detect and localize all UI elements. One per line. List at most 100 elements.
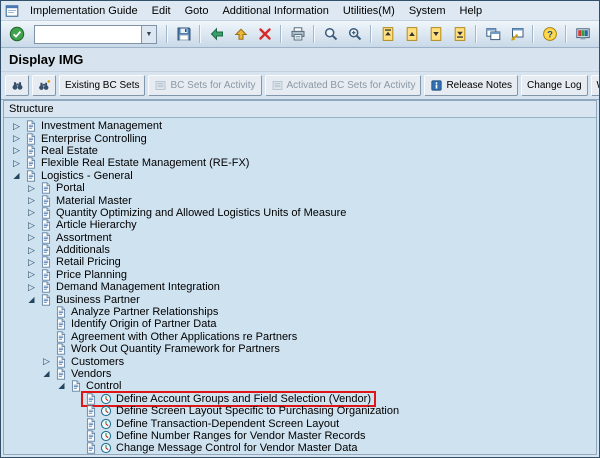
find-next-button[interactable] [343, 23, 366, 46]
tree-item-analyze-partner-relationships[interactable]: Analyze Partner Relationships [4, 306, 596, 318]
expand-node-icon[interactable]: ▷ [10, 121, 23, 131]
tree-item-label[interactable]: Additionals [53, 244, 110, 256]
tree-item-label[interactable]: Logistics - General [38, 170, 133, 182]
expand-node-icon[interactable]: ▷ [25, 233, 38, 242]
activity-icon[interactable] [98, 442, 113, 454]
tree-item-business-partner[interactable]: ◢ Business Partner [4, 293, 596, 306]
tree-item-quantity-optimizing-and-allowed-logistics-units-of-measure[interactable]: ▷ Quantity Optimizing and Allowed Logisti… [4, 207, 596, 219]
change-log-button[interactable]: Change Log [521, 75, 588, 96]
expand-node-icon[interactable]: ▷ [25, 245, 38, 255]
tree-item-label[interactable]: Enterprise Controlling [38, 133, 147, 145]
where-else-used-button[interactable]: Where Else Used [590, 75, 599, 96]
tree-item-flexible-real-estate-management-re-fx[interactable]: ▷ Flexible Real Estate Management (RE-FX) [4, 157, 596, 169]
tree-item-label[interactable]: Real Estate [38, 145, 98, 157]
tree-item-label[interactable]: Flexible Real Estate Management (RE-FX) [38, 157, 249, 169]
find-icon-button[interactable] [5, 75, 29, 96]
expand-node-icon[interactable]: ▷ [25, 257, 38, 267]
expand-node-icon[interactable]: ▷ [10, 134, 23, 143]
help-button[interactable]: ? [538, 23, 561, 46]
tree-item-customers[interactable]: ▷ Customers [4, 355, 596, 368]
tree-item-additionals[interactable]: ▷ Additionals [4, 244, 596, 256]
collapse-node-icon[interactable]: ◢ [25, 295, 38, 304]
tree-item-label[interactable]: Agreement with Other Applications re Par… [68, 331, 297, 343]
exit-button[interactable] [229, 23, 252, 46]
expand-node-icon[interactable]: ▷ [25, 220, 38, 230]
tree-item-label[interactable]: Business Partner [53, 294, 140, 306]
tree-item-work-out-quantity-framework-for-partners[interactable]: Work Out Quantity Framework for Partners [4, 343, 596, 355]
collapse-node-icon[interactable]: ◢ [10, 171, 23, 180]
enter-button[interactable] [5, 23, 28, 46]
activity-icon[interactable] [98, 430, 113, 442]
first-page-button[interactable] [376, 23, 399, 46]
tree-item-enterprise-controlling[interactable]: ▷ Enterprise Controlling [4, 132, 596, 145]
tree-item-retail-pricing[interactable]: ▷ Retail Pricing [4, 256, 596, 268]
tree-item-define-screen-layout-specific-to-purchasing-organization[interactable]: Define Screen Layout Specific to Purchas… [4, 405, 596, 417]
expand-node-icon[interactable]: ▷ [25, 183, 38, 193]
tree-item-control[interactable]: ◢ Control [4, 380, 596, 392]
tree-item-label[interactable]: Identify Origin of Partner Data [68, 318, 217, 330]
tree-item-label[interactable]: Material Master [53, 195, 132, 207]
tree-item-label[interactable]: Retail Pricing [53, 256, 121, 268]
tree-item-label[interactable]: Price Planning [53, 269, 127, 281]
find-button[interactable] [319, 23, 342, 46]
tree-item-label[interactable]: Quantity Optimizing and Allowed Logistic… [53, 207, 346, 219]
tree-item-label[interactable]: Define Number Ranges for Vendor Master R… [113, 430, 365, 442]
activity-icon[interactable] [98, 393, 113, 405]
bc-sets-for-activity-button[interactable]: BC Sets for Activity [148, 75, 262, 96]
previous-page-button[interactable] [400, 23, 423, 46]
activity-icon[interactable] [98, 418, 113, 430]
save-button[interactable] [172, 23, 195, 46]
tree-item-identify-origin-of-partner-data[interactable]: Identify Origin of Partner Data [4, 318, 596, 330]
back-button[interactable] [205, 23, 228, 46]
tree-item-define-number-ranges-for-vendor-master-records[interactable]: Define Number Ranges for Vendor Master R… [4, 430, 596, 442]
menu-item-system[interactable]: System [402, 3, 453, 19]
tree-item-label[interactable]: Investment Management [38, 120, 162, 132]
tree-item-label[interactable]: Change Message Control for Vendor Master… [113, 442, 358, 454]
tree-item-label[interactable]: Define Screen Layout Specific to Purchas… [113, 405, 399, 417]
tree-item-define-account-groups-and-field-selection-vendor[interactable]: Define Account Groups and Field Selectio… [4, 390, 596, 407]
tree-item-label[interactable]: Assortment [53, 232, 112, 244]
tree-item-real-estate[interactable]: ▷ Real Estate [4, 145, 596, 157]
menu-item-edit[interactable]: Edit [145, 3, 178, 19]
last-page-button[interactable] [448, 23, 471, 46]
collapse-node-icon[interactable]: ◢ [55, 382, 68, 390]
tree-item-label[interactable]: Define Transaction-Dependent Screen Layo… [113, 418, 339, 430]
tree-item-assortment[interactable]: ▷ Assortment [4, 232, 596, 244]
tree-item-label[interactable]: Demand Management Integration [53, 281, 220, 293]
tree-item-material-master[interactable]: ▷ Material Master [4, 194, 596, 207]
tree-item-label[interactable]: Analyze Partner Relationships [68, 306, 218, 318]
existing-bc-sets-button[interactable]: Existing BC Sets [59, 75, 146, 96]
next-page-button[interactable] [424, 23, 447, 46]
create-shortcut-button[interactable] [505, 23, 528, 46]
tree-item-price-planning[interactable]: ▷ Price Planning [4, 269, 596, 281]
tree-item-portal[interactable]: ▷ Portal [4, 182, 596, 194]
expand-node-icon[interactable]: ▷ [25, 196, 38, 205]
expand-node-icon[interactable]: ▷ [25, 270, 38, 279]
expand-node-icon[interactable]: ▷ [25, 208, 38, 217]
expand-node-icon[interactable]: ▷ [10, 158, 23, 168]
customize-button[interactable] [571, 23, 594, 46]
find-next-icon-button[interactable] [32, 75, 56, 96]
activated-bc-sets-for-activity-button[interactable]: Activated BC Sets for Activity [264, 75, 422, 96]
command-field[interactable] [34, 24, 142, 44]
collapse-node-icon[interactable]: ◢ [40, 370, 53, 378]
tree-item-agreement-with-other-applications-re-partners[interactable]: Agreement with Other Applications re Par… [4, 331, 596, 343]
activity-icon[interactable] [98, 405, 113, 417]
tree-item-label[interactable]: Vendors [68, 368, 111, 380]
tree-item-vendors[interactable]: ◢ Vendors [4, 368, 596, 380]
menu-item-help[interactable]: Help [453, 3, 490, 19]
expand-node-icon[interactable]: ▷ [40, 357, 53, 366]
tree-item-define-transaction-dependent-screen-layout[interactable]: Define Transaction-Dependent Screen Layo… [4, 417, 596, 430]
tree-item-label[interactable]: Define Account Groups and Field Selectio… [113, 393, 371, 405]
command-field-dropdown-icon[interactable]: ▼ [142, 24, 157, 44]
release-notes-button[interactable]: Release Notes [424, 75, 519, 96]
menu-item-implementation-guide[interactable]: Implementation Guide [23, 3, 145, 19]
tree-item-article-hierarchy[interactable]: ▷ Article Hierarchy [4, 219, 596, 231]
tree-item-label[interactable]: Article Hierarchy [53, 219, 137, 231]
tree-item-logistics-general[interactable]: ◢ Logistics - General [4, 170, 596, 182]
tree-item-change-message-control-for-vendor-master-data[interactable]: Change Message Control for Vendor Master… [4, 442, 596, 454]
menu-item-additional-information[interactable]: Additional Information [215, 3, 335, 19]
tree-item-demand-management-integration[interactable]: ▷ Demand Management Integration [4, 281, 596, 293]
tree-item-label[interactable]: Work Out Quantity Framework for Partners [68, 343, 280, 355]
tree-item-investment-management[interactable]: ▷ Investment Management [4, 120, 596, 132]
